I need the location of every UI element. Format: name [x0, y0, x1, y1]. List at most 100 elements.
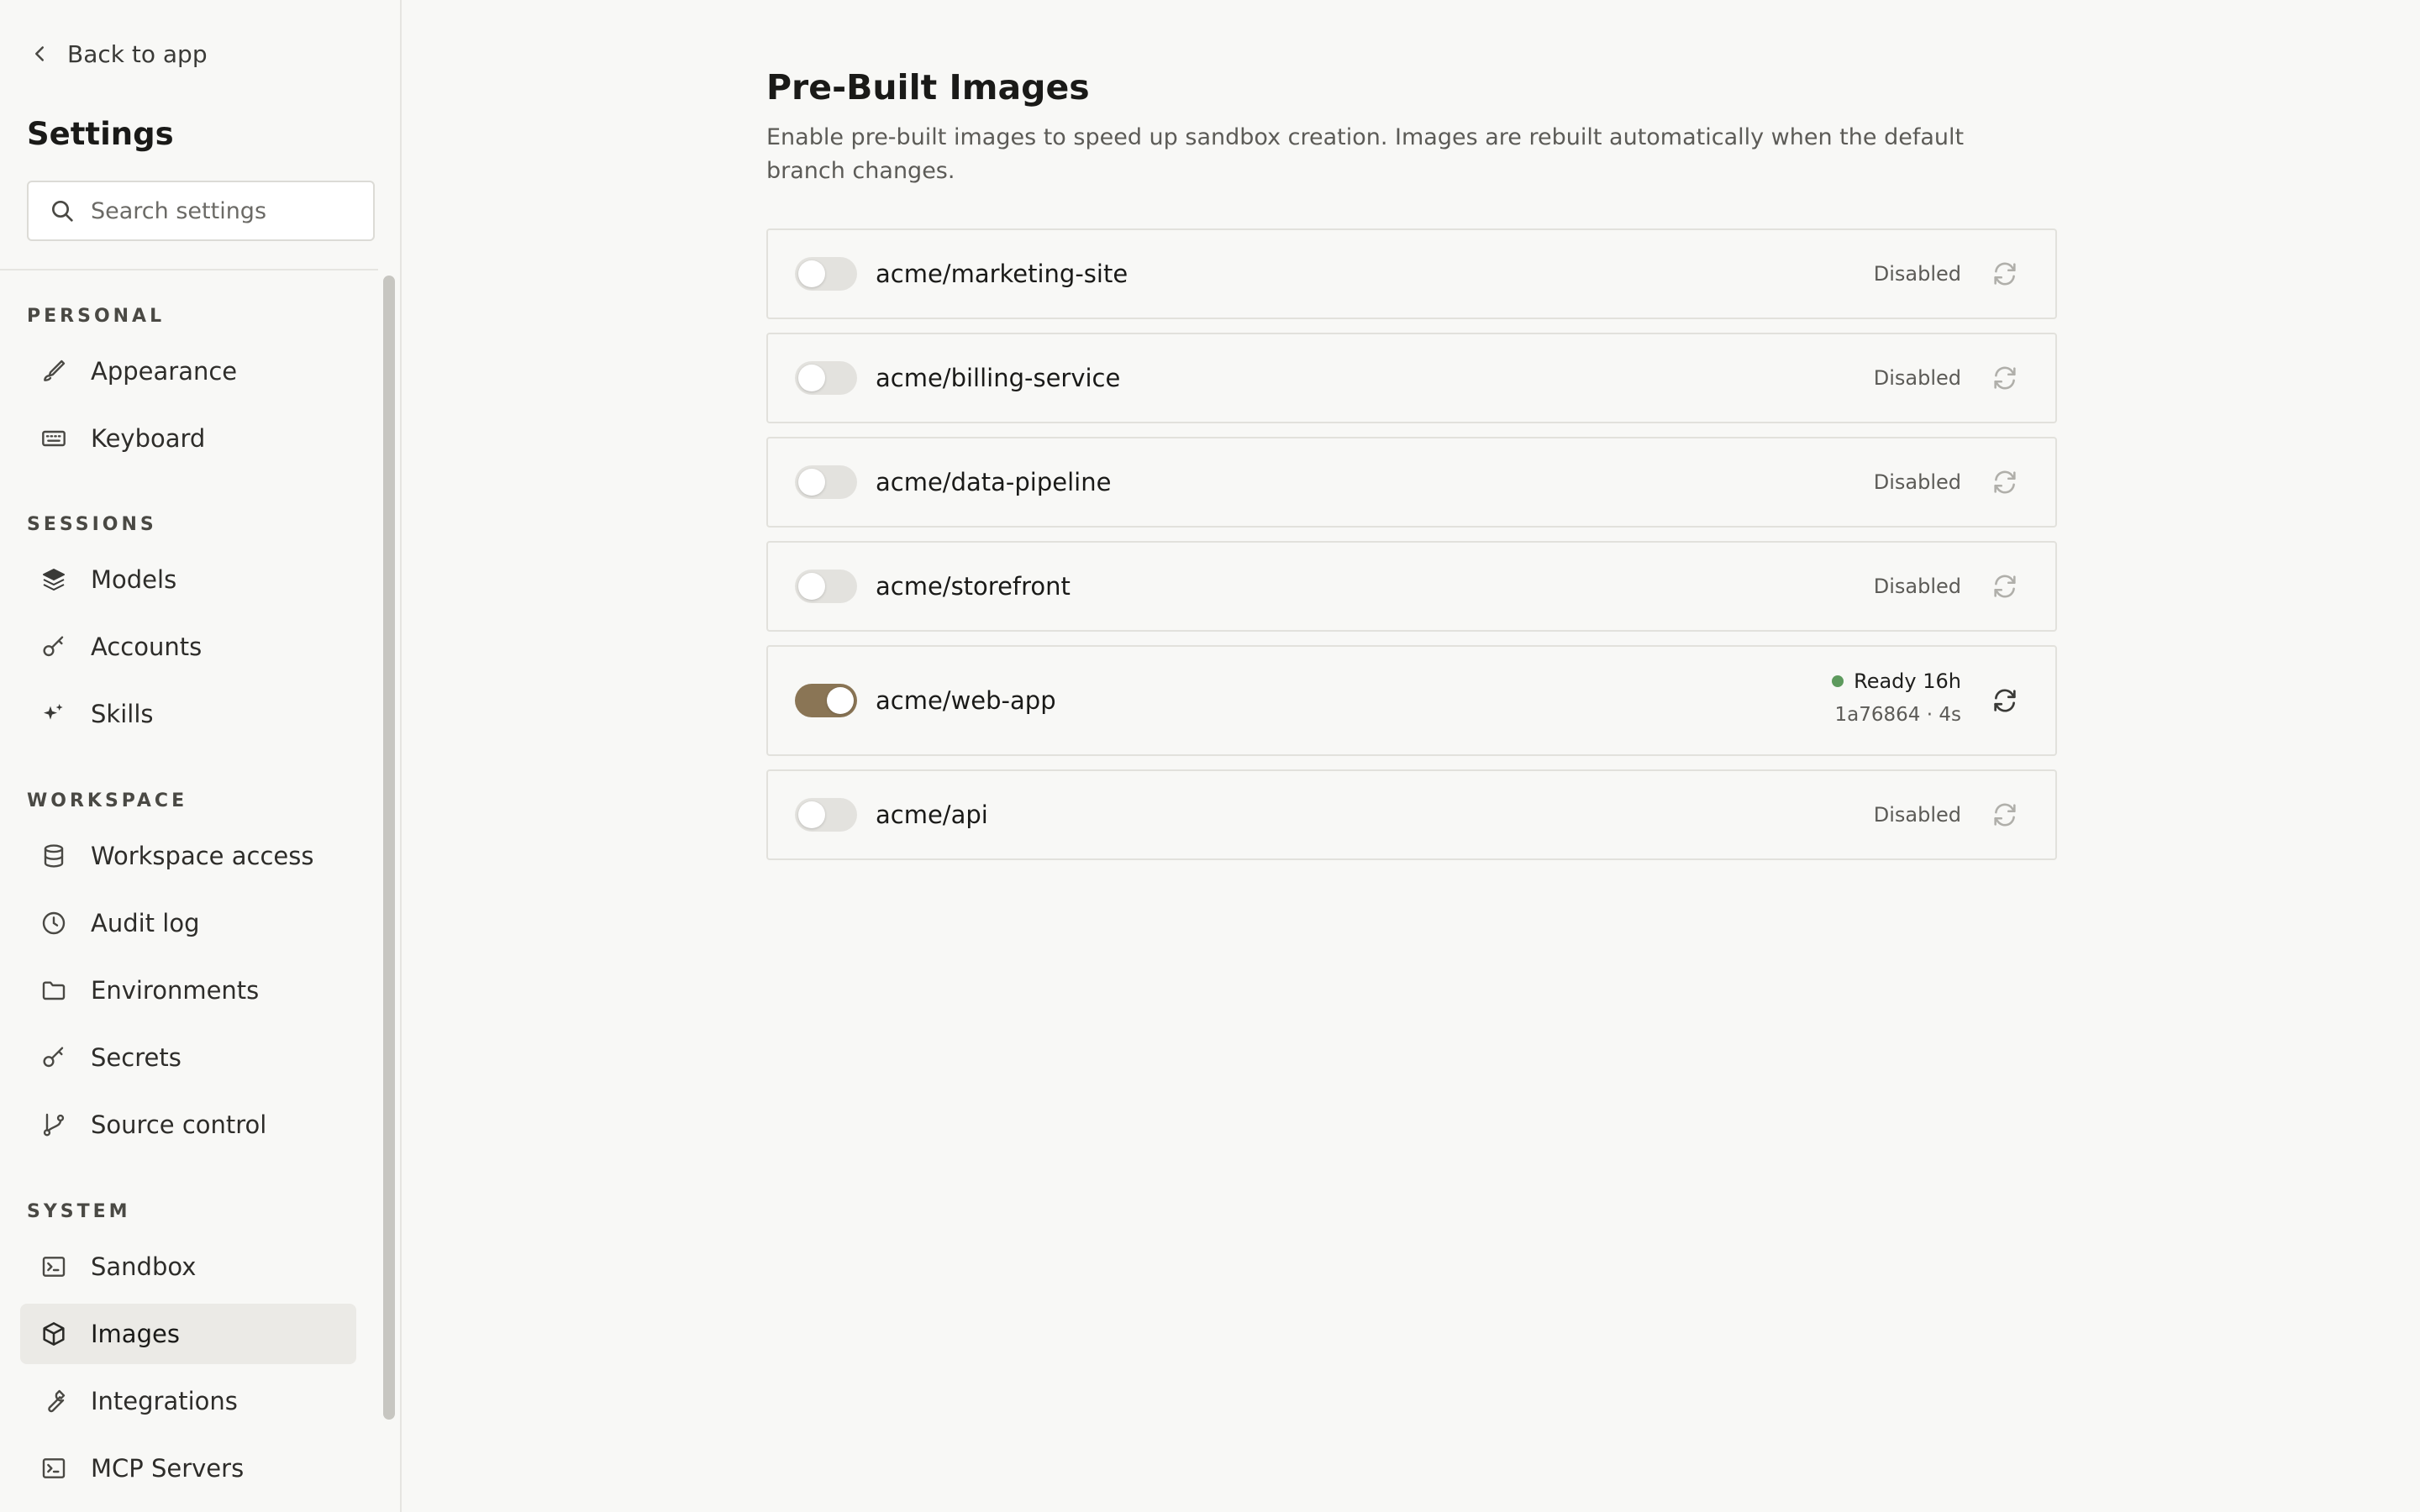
toggle-knob	[798, 801, 825, 828]
page-description: Enable pre-built images to speed up sand…	[766, 124, 1965, 184]
refresh-icon	[1994, 262, 2016, 286]
page-title: Pre-Built Images	[766, 67, 1090, 108]
rebuild-button[interactable]	[1988, 684, 2022, 717]
toggle-knob	[798, 260, 825, 287]
nav-item-models[interactable]: Models	[20, 549, 356, 610]
nav-item-skills[interactable]: Skills	[20, 684, 356, 744]
nav-item-environments[interactable]: Environments	[20, 960, 356, 1021]
repo-name: acme/storefront	[876, 572, 1071, 601]
nav-item-label: Workspace access	[91, 842, 314, 870]
repo-status: Disabled	[1873, 262, 1961, 286]
prebuilt-toggle[interactable]	[795, 570, 857, 603]
nav-item-label: Sandbox	[91, 1252, 197, 1281]
rebuild-button[interactable]	[1988, 361, 2022, 395]
sidebar-scrollbar[interactable]	[378, 270, 400, 1512]
nav-item-keyboard[interactable]: Keyboard	[20, 408, 356, 469]
repo-row: acme/marketing-site Disabled	[766, 228, 2057, 319]
refresh-icon	[1994, 470, 2016, 494]
nav-item-mcp-servers[interactable]: MCP Servers	[20, 1438, 356, 1499]
prebuilt-toggle[interactable]	[795, 798, 857, 832]
nav-item-sandbox[interactable]: Sandbox	[20, 1236, 356, 1297]
terminal-icon	[42, 1257, 66, 1277]
toggle-knob	[798, 573, 825, 600]
sidebar: Back to app Settings PERSONAL Appearance…	[0, 0, 402, 1512]
repo-status: Disabled	[1873, 575, 1961, 598]
repo-status: Disabled	[1873, 803, 1961, 827]
box-icon	[43, 1322, 65, 1346]
nav-item-label: Appearance	[91, 357, 238, 386]
rebuild-button[interactable]	[1988, 570, 2022, 603]
settings-nav: PERSONAL Appearance Keyboard SESSIONS Mo…	[0, 270, 378, 1512]
refresh-icon	[1994, 689, 2016, 712]
section-label-personal: PERSONAL	[27, 306, 166, 327]
toggle-knob	[798, 469, 825, 496]
repo-row: acme/api Disabled	[766, 769, 2057, 860]
repo-row: acme/billing-service Disabled	[766, 333, 2057, 423]
settings-title: Settings	[27, 116, 174, 152]
back-to-app-label: Back to app	[67, 39, 208, 68]
repo-name: acme/data-pipeline	[876, 468, 1112, 496]
folder-icon	[42, 981, 66, 1000]
section-label-workspace: WORKSPACE	[27, 790, 188, 811]
nav-item-label: Skills	[91, 700, 154, 728]
nav-item-accounts[interactable]: Accounts	[20, 617, 356, 677]
section-label-sessions: SESSIONS	[27, 514, 157, 535]
search-settings-input[interactable]	[91, 197, 360, 224]
rebuild-button[interactable]	[1988, 465, 2022, 499]
nav-item-audit-log[interactable]: Audit log	[20, 893, 356, 953]
key-icon	[43, 1047, 64, 1068]
nav-section-system: SYSTEM Sandbox Images Integrations MCP S…	[0, 1198, 378, 1499]
prebuilt-toggle[interactable]	[795, 465, 857, 499]
nav-item-secrets[interactable]: Secrets	[20, 1027, 356, 1088]
nav-section-sessions: SESSIONS Models Accounts Skills	[0, 511, 378, 744]
sidebar-scrollbar-thumb[interactable]	[383, 276, 395, 1420]
status-line: Ready 16h	[1832, 667, 1961, 696]
nav-section-personal: PERSONAL Appearance Keyboard	[0, 302, 378, 469]
build-status: Ready 16h 1a76864 · 4s	[1832, 667, 1961, 727]
prebuilt-toggle[interactable]	[795, 684, 857, 717]
terminal-icon	[42, 1458, 66, 1478]
nav-item-label: Models	[91, 565, 177, 594]
nav-item-label: Images	[91, 1320, 180, 1348]
rebuild-button[interactable]	[1988, 798, 2022, 832]
search-icon	[52, 201, 73, 222]
repo-status: Disabled	[1873, 366, 1961, 390]
refresh-icon	[1994, 575, 2016, 598]
chevron-left-icon	[35, 46, 44, 61]
prebuilt-toggle[interactable]	[795, 257, 857, 291]
build-meta: 1a76864 · 4s	[1834, 704, 1961, 726]
repo-name: acme/billing-service	[876, 364, 1121, 392]
nav-item-label: Accounts	[91, 633, 203, 661]
settings-app: Back to app Settings PERSONAL Appearance…	[0, 0, 2420, 1512]
nav-item-label: Keyboard	[91, 424, 206, 453]
toggle-knob	[798, 365, 825, 391]
nav-item-label: Environments	[91, 976, 260, 1005]
sparkles-icon	[44, 704, 63, 720]
refresh-icon	[1994, 366, 2016, 390]
rebuild-button[interactable]	[1988, 257, 2022, 291]
brush-icon	[44, 360, 66, 381]
repo-name: acme/web-app	[876, 686, 1056, 715]
repo-row: acme/storefront Disabled	[766, 541, 2057, 632]
search-box[interactable]	[27, 181, 375, 241]
key-icon	[43, 636, 64, 657]
repo-status: Disabled	[1873, 470, 1961, 494]
repo-row: acme/web-app Ready 16h 1a76864 · 4s	[766, 645, 2057, 756]
keyboard-icon	[42, 430, 66, 447]
refresh-icon	[1994, 803, 2016, 827]
nav-section-workspace: WORKSPACE Workspace access Audit log Env…	[0, 787, 378, 1155]
nav-item-images[interactable]: Images	[20, 1304, 356, 1364]
nav-item-integrations[interactable]: Integrations	[20, 1371, 356, 1431]
nav-item-appearance[interactable]: Appearance	[20, 341, 356, 402]
nav-item-source-control[interactable]: Source control	[20, 1095, 356, 1155]
nav-item-label: Source control	[91, 1110, 267, 1139]
section-label-system: SYSTEM	[27, 1201, 131, 1222]
nav-item-workspace-access[interactable]: Workspace access	[20, 826, 356, 886]
status-ready-dot-icon	[1832, 675, 1844, 687]
nav-item-label: Integrations	[91, 1387, 238, 1415]
prebuilt-toggle[interactable]	[795, 361, 857, 395]
back-to-app-link[interactable]: Back to app	[27, 37, 208, 71]
nav-item-label: Audit log	[91, 909, 200, 937]
nav-item-label: Secrets	[91, 1043, 182, 1072]
repo-row: acme/data-pipeline Disabled	[766, 437, 2057, 528]
